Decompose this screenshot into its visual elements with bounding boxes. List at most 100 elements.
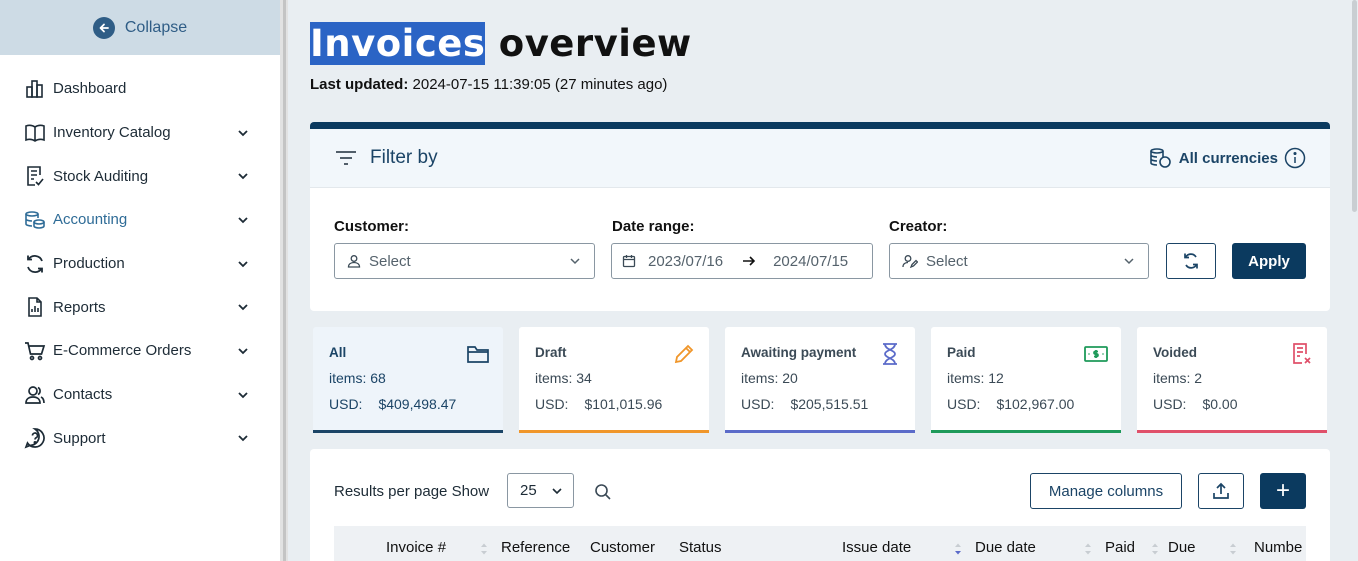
arrow-left-icon <box>92 16 115 39</box>
table-header: Invoice # Reference Customer Status Issu… <box>334 526 1306 561</box>
status-summary: All items: 68 USD: $409,498.47 Draft item… <box>313 327 1327 433</box>
money-icon <box>1083 341 1109 367</box>
sidebar-item-reports[interactable]: Reports <box>0 285 280 329</box>
stat-items: items: 2 <box>1153 370 1203 386</box>
creator-label: Creator: <box>889 218 948 235</box>
sort-icon[interactable] <box>480 542 488 556</box>
page-size-value: 25 <box>520 482 537 499</box>
column-invoice-number[interactable]: Invoice # <box>386 539 446 556</box>
column-paid[interactable]: Paid <box>1105 539 1135 556</box>
filter-header: Filter by All currencies <box>310 129 1330 188</box>
chevron-down-icon[interactable] <box>236 388 250 402</box>
sidebar-item-ecommerce-orders[interactable]: E-Commerce Orders <box>0 329 280 373</box>
stat-name: Voided <box>1153 345 1198 360</box>
sidebar: Collapse Dashboard Inventory Catalog Sto… <box>0 0 280 561</box>
clipboard-check-icon <box>24 165 46 187</box>
column-due-date[interactable]: Due date <box>975 539 1036 556</box>
chevron-down-icon[interactable] <box>236 169 250 183</box>
chevron-down-icon[interactable] <box>236 300 250 314</box>
date-range-picker[interactable]: 2023/07/16 2024/07/15 <box>611 243 873 279</box>
filter-body: Customer: Select Date range: 2023/07/16 … <box>310 188 1330 311</box>
stat-card-voided[interactable]: Voided items: 2 USD: $0.00 <box>1137 327 1327 433</box>
sidebar-item-label: Inventory Catalog <box>53 124 171 142</box>
chevron-down-icon[interactable] <box>236 431 250 445</box>
sidebar-item-contacts[interactable]: Contacts <box>0 373 280 417</box>
stat-amount: USD: $409,498.47 <box>329 396 457 412</box>
page-size-select[interactable]: 25 <box>507 473 574 508</box>
filter-panel: Filter by All currencies Customer: Selec… <box>310 122 1330 311</box>
sidebar-item-label: Reports <box>53 298 106 316</box>
search-icon[interactable] <box>594 483 612 501</box>
page-title-highlight: Invoices <box>310 22 486 65</box>
sort-desc-icon[interactable] <box>954 542 962 556</box>
stat-card-paid[interactable]: Paid items: 12 USD: $102,967.00 <box>931 327 1121 433</box>
user-icon <box>347 255 361 268</box>
sidebar-item-label: Support <box>53 429 106 447</box>
column-issue-date[interactable]: Issue date <box>842 539 911 556</box>
export-button[interactable] <box>1198 473 1244 509</box>
stat-name: Draft <box>535 345 567 360</box>
collapse-button[interactable]: Collapse <box>0 0 280 55</box>
collapse-label: Collapse <box>124 18 188 36</box>
customer-select[interactable]: Select <box>334 243 595 279</box>
date-from[interactable]: 2023/07/16 <box>648 253 723 270</box>
date-range-label: Date range: <box>612 218 695 235</box>
calendar-icon <box>622 255 636 268</box>
stat-items: items: 12 <box>947 370 1004 386</box>
column-number[interactable]: Numbe <box>1254 539 1302 556</box>
creator-select[interactable]: Select <box>889 243 1149 279</box>
sidebar-item-support[interactable]: Support <box>0 417 280 461</box>
chevron-down-icon[interactable] <box>236 257 250 271</box>
sidebar-item-dashboard[interactable]: Dashboard <box>0 67 280 111</box>
info-icon[interactable] <box>1284 147 1306 169</box>
column-status[interactable]: Status <box>679 539 722 556</box>
book-icon <box>24 122 46 144</box>
sidebar-item-stock-auditing[interactable]: Stock Auditing <box>0 154 280 198</box>
sort-icon[interactable] <box>1229 542 1237 556</box>
last-updated-label: Last updated: <box>310 76 409 93</box>
column-reference[interactable]: Reference <box>501 539 570 556</box>
currencies-selector[interactable]: All currencies <box>1149 147 1306 169</box>
report-icon <box>24 296 46 318</box>
stat-card-draft[interactable]: Draft items: 34 USD: $101,015.96 <box>519 327 709 433</box>
sidebar-item-inventory-catalog[interactable]: Inventory Catalog <box>0 111 280 155</box>
page-title: Invoices overview <box>310 22 692 65</box>
chevron-down-icon[interactable] <box>236 344 250 358</box>
stat-card-awaiting-payment[interactable]: Awaiting payment items: 20 USD: $205,515.… <box>725 327 915 433</box>
sidebar-item-label: Dashboard <box>53 80 127 98</box>
user-edit-icon <box>902 255 918 268</box>
column-due[interactable]: Due <box>1168 539 1196 556</box>
results-per-page-label: Results per page Show <box>334 483 490 500</box>
sidebar-resize-handle[interactable] <box>280 0 288 561</box>
page-scrollbar[interactable] <box>1350 0 1358 561</box>
coins-icon <box>1149 148 1171 168</box>
stat-amount: USD: $0.00 <box>1153 396 1238 412</box>
column-customer[interactable]: Customer <box>590 539 655 556</box>
sort-icon[interactable] <box>1151 542 1159 556</box>
stat-card-all[interactable]: All items: 68 USD: $409,498.47 <box>313 327 503 433</box>
date-to[interactable]: 2024/07/15 <box>773 253 848 270</box>
contacts-icon <box>24 384 46 406</box>
sidebar-item-label: Production <box>53 255 125 273</box>
dashboard-icon <box>24 78 46 100</box>
sidebar-item-accounting[interactable]: Accounting <box>0 198 280 242</box>
add-invoice-button[interactable]: + <box>1260 473 1306 509</box>
page-title-rest: overview <box>485 22 692 65</box>
chevron-down-icon <box>1124 258 1134 265</box>
cart-icon <box>24 340 46 362</box>
creator-select-value: Select <box>926 252 968 270</box>
apply-button[interactable]: Apply <box>1232 243 1306 279</box>
refresh-icon <box>24 253 46 275</box>
sort-icon[interactable] <box>1084 542 1092 556</box>
manage-columns-button[interactable]: Manage columns <box>1030 473 1182 509</box>
reset-filters-button[interactable] <box>1166 243 1216 279</box>
last-updated: Last updated: 2024-07-15 11:39:05 (27 mi… <box>310 76 667 93</box>
customer-select-value: Select <box>369 252 411 270</box>
stat-name: Paid <box>947 345 976 360</box>
pencil-icon <box>671 341 697 367</box>
sidebar-item-production[interactable]: Production <box>0 242 280 286</box>
chevron-down-icon[interactable] <box>236 126 250 140</box>
refresh-icon <box>1184 253 1198 269</box>
chevron-down-icon[interactable] <box>236 213 250 227</box>
upload-icon <box>1213 482 1229 499</box>
